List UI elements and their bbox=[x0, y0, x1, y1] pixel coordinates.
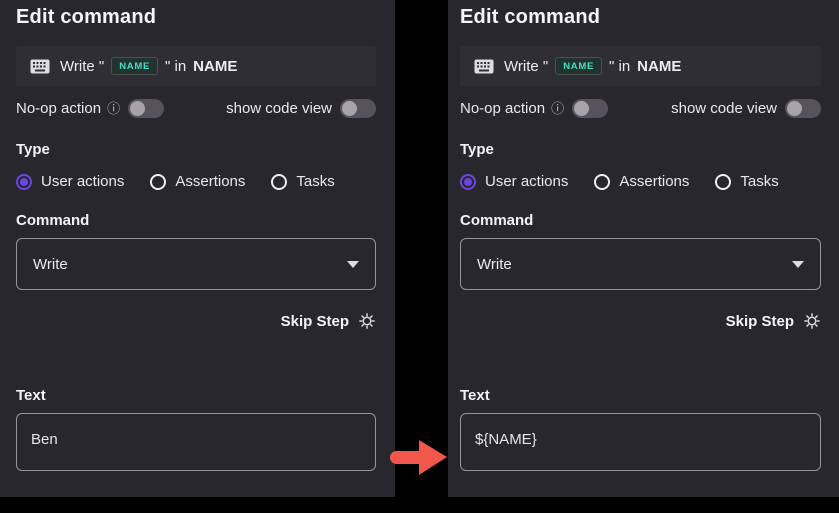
info-icon: ⓘ bbox=[551, 102, 564, 115]
toggles-row: No-op action ⓘ show code view bbox=[16, 99, 376, 118]
keyboard-icon bbox=[474, 59, 494, 74]
radio-user-actions-icon[interactable] bbox=[16, 174, 32, 190]
code-view-toggle[interactable] bbox=[785, 99, 821, 118]
noop-action-toggle[interactable] bbox=[128, 99, 164, 118]
radio-assertions[interactable]: Assertions bbox=[150, 173, 245, 190]
text-label: Text bbox=[16, 387, 376, 404]
type-label: Type bbox=[16, 141, 376, 158]
summary-prefix: Write " bbox=[60, 58, 104, 75]
radio-tasks-label[interactable]: Tasks bbox=[296, 173, 334, 190]
noop-action-group: No-op action ⓘ bbox=[16, 99, 164, 118]
skip-step-row: Skip Step bbox=[16, 312, 376, 330]
radio-assertions-icon[interactable] bbox=[150, 174, 166, 190]
command-summary-text: Write " NAME " in NAME bbox=[504, 57, 681, 75]
command-label: Command bbox=[16, 212, 376, 229]
noop-action-toggle[interactable] bbox=[572, 99, 608, 118]
radio-assertions-label[interactable]: Assertions bbox=[175, 173, 245, 190]
toggles-row: No-op action ⓘ show code view bbox=[460, 99, 821, 118]
chevron-down-icon bbox=[792, 261, 804, 268]
text-input[interactable]: Ben bbox=[16, 413, 376, 471]
radio-tasks[interactable]: Tasks bbox=[271, 173, 334, 190]
variable-chip: NAME bbox=[555, 57, 602, 75]
code-view-toggle[interactable] bbox=[340, 99, 376, 118]
code-view-label: show code view bbox=[226, 100, 332, 117]
gear-icon[interactable] bbox=[803, 312, 821, 330]
noop-action-label: No-op action bbox=[460, 100, 545, 117]
code-view-group: show code view bbox=[226, 99, 376, 118]
summary-middle: " in bbox=[609, 58, 630, 75]
info-icon: ⓘ bbox=[107, 102, 120, 115]
command-select-value: Write bbox=[33, 256, 68, 273]
radio-assertions[interactable]: Assertions bbox=[594, 173, 689, 190]
command-select[interactable]: Write bbox=[460, 238, 821, 290]
code-view-group: show code view bbox=[671, 99, 821, 118]
type-radio-group: User actions Assertions Tasks bbox=[460, 173, 821, 190]
gear-icon[interactable] bbox=[358, 312, 376, 330]
radio-assertions-icon[interactable] bbox=[594, 174, 610, 190]
variable-chip: NAME bbox=[111, 57, 158, 75]
summary-target: NAME bbox=[193, 58, 237, 75]
skip-step-row: Skip Step bbox=[460, 312, 821, 330]
command-select[interactable]: Write bbox=[16, 238, 376, 290]
command-label: Command bbox=[460, 212, 821, 229]
arrow-right-icon bbox=[390, 440, 458, 475]
edit-command-panel-after: Edit command Write " NAME " in NAME No-op a… bbox=[448, 0, 839, 497]
page-title: Edit command bbox=[16, 0, 376, 29]
command-summary-bar: Write " NAME " in NAME bbox=[460, 46, 821, 86]
command-summary-text: Write " NAME " in NAME bbox=[60, 57, 237, 75]
radio-user-actions[interactable]: User actions bbox=[16, 173, 124, 190]
noop-action-group: No-op action ⓘ bbox=[460, 99, 608, 118]
keyboard-icon bbox=[30, 59, 50, 74]
radio-tasks[interactable]: Tasks bbox=[715, 173, 778, 190]
edit-command-panel-before: Edit command Write " NAME " in NAME No-op a… bbox=[0, 0, 395, 497]
radio-assertions-label[interactable]: Assertions bbox=[619, 173, 689, 190]
page-title: Edit command bbox=[460, 0, 821, 29]
code-view-label: show code view bbox=[671, 100, 777, 117]
text-input[interactable]: ${NAME} bbox=[460, 413, 821, 471]
type-label: Type bbox=[460, 141, 821, 158]
radio-tasks-label[interactable]: Tasks bbox=[740, 173, 778, 190]
chevron-down-icon bbox=[347, 261, 359, 268]
radio-tasks-icon[interactable] bbox=[271, 174, 287, 190]
summary-target: NAME bbox=[637, 58, 681, 75]
summary-middle: " in bbox=[165, 58, 186, 75]
radio-user-actions-label[interactable]: User actions bbox=[485, 173, 568, 190]
radio-tasks-icon[interactable] bbox=[715, 174, 731, 190]
skip-step-button[interactable]: Skip Step bbox=[281, 313, 349, 330]
radio-user-actions-icon[interactable] bbox=[460, 174, 476, 190]
summary-prefix: Write " bbox=[504, 58, 548, 75]
type-radio-group: User actions Assertions Tasks bbox=[16, 173, 376, 190]
command-summary-bar: Write " NAME " in NAME bbox=[16, 46, 376, 86]
noop-action-label: No-op action bbox=[16, 100, 101, 117]
text-label: Text bbox=[460, 387, 821, 404]
skip-step-button[interactable]: Skip Step bbox=[726, 313, 794, 330]
command-select-value: Write bbox=[477, 256, 512, 273]
radio-user-actions-label[interactable]: User actions bbox=[41, 173, 124, 190]
radio-user-actions[interactable]: User actions bbox=[460, 173, 568, 190]
arrow-head bbox=[419, 440, 447, 475]
